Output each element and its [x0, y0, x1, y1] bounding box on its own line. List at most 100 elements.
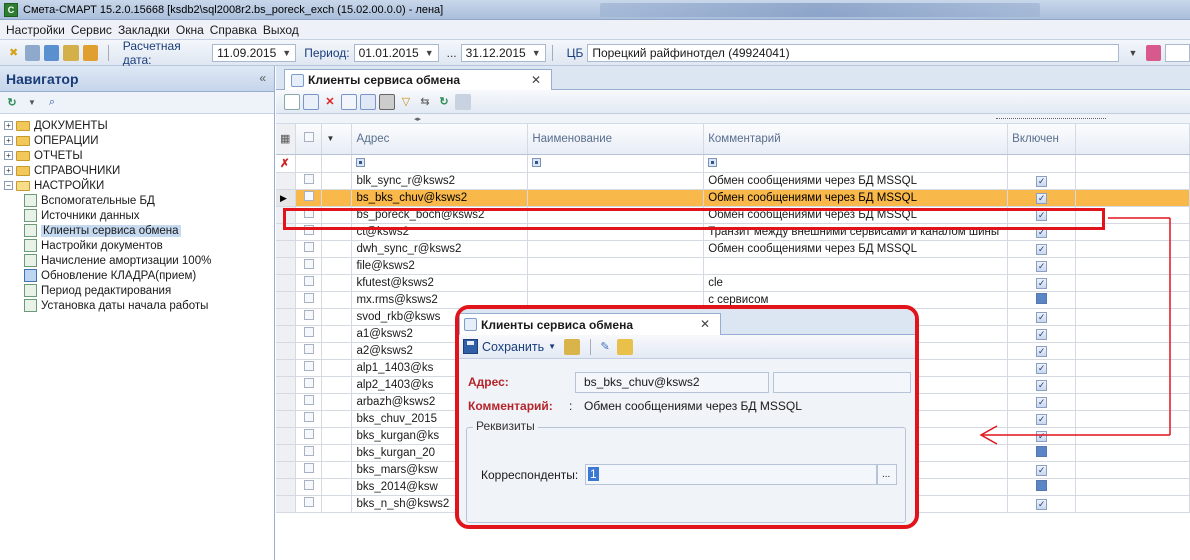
tree-folder-operations[interactable]: + ОПЕРАЦИИ [4, 133, 274, 148]
cell-enabled[interactable] [1007, 444, 1077, 462]
row-checkbox[interactable] [295, 478, 323, 496]
row-checkbox[interactable] [295, 206, 323, 224]
checkmark-icon[interactable]: ✓ [1036, 345, 1048, 357]
print-icon[interactable] [379, 93, 395, 110]
checkbox[interactable] [303, 242, 314, 252]
tree-item-data-sources[interactable]: Источники данных [4, 208, 274, 223]
tree-folder-reports[interactable]: + ОТЧЕТЫ [4, 148, 274, 163]
expand-icon[interactable]: + [4, 166, 13, 175]
row-checkbox[interactable] [295, 410, 323, 428]
checkbox[interactable] [303, 480, 314, 490]
checkmark-icon[interactable]: ✓ [1036, 413, 1048, 425]
edit-icon[interactable] [63, 44, 79, 61]
cell-enabled[interactable]: ✓ [1007, 427, 1077, 445]
checkmark-icon[interactable]: ✓ [1036, 260, 1048, 272]
checkbox[interactable] [303, 191, 314, 201]
close-icon[interactable]: ✕ [531, 73, 541, 87]
collapse-icon[interactable]: − [4, 181, 13, 190]
period-from-field[interactable]: 01.01.2015 ▼ [353, 43, 439, 62]
folder-icon[interactable] [564, 338, 581, 355]
cell-enabled[interactable]: ✓ [1007, 393, 1077, 411]
cell-enabled[interactable]: ✓ [1007, 376, 1077, 394]
row-checkbox[interactable] [295, 461, 323, 479]
checkmark-icon[interactable]: ✓ [1036, 175, 1048, 187]
column-header-comment[interactable]: Комментарий [703, 124, 1009, 155]
menu-settings[interactable]: Настройки [6, 23, 65, 37]
filter-enabled[interactable] [1007, 154, 1077, 173]
checkmark-icon[interactable]: ✓ [1036, 226, 1048, 238]
filter-icon[interactable]: ▽ [398, 94, 414, 110]
checkmark-icon[interactable]: ✓ [1036, 379, 1048, 391]
row-checkbox[interactable] [295, 274, 323, 292]
close-icon[interactable]: ✕ [700, 317, 710, 331]
dialog-tab[interactable]: Клиенты сервиса обмена ✕ [459, 313, 721, 335]
checkbox[interactable] [303, 208, 314, 218]
refresh-icon[interactable]: ↻ [4, 95, 20, 111]
organization-dropdown[interactable]: ▼ [1119, 44, 1142, 62]
tree-item-kladr-update[interactable]: Обновление КЛАДРА(прием) [4, 268, 274, 283]
menu-service[interactable]: Сервис [71, 23, 112, 37]
cell-enabled[interactable] [1007, 291, 1077, 309]
row-checkbox[interactable] [295, 240, 323, 258]
checkbox[interactable] [303, 378, 314, 388]
enabled-indicator-icon[interactable] [1036, 292, 1048, 304]
checkbox[interactable] [303, 327, 314, 337]
cell-enabled[interactable]: ✓ [1007, 308, 1077, 326]
checkmark-icon[interactable]: ✓ [1036, 209, 1048, 221]
table-row[interactable]: ▶ bs_bks_chuv@ksws2 Обмен сообщениями чере… [276, 189, 1190, 207]
checkbox[interactable] [303, 174, 314, 184]
expand-icon[interactable]: + [4, 151, 13, 160]
table-row[interactable]: blk_sync_r@ksws2 Обмен сообщениями через … [276, 172, 1190, 190]
row-checkbox[interactable] [295, 291, 323, 309]
checkbox[interactable] [303, 344, 314, 354]
checkmark-icon[interactable]: ✓ [1036, 243, 1048, 255]
filter-comment[interactable] [703, 154, 1009, 173]
column-header-address[interactable]: Адрес [351, 124, 529, 155]
refresh-icon[interactable]: ↻ [436, 94, 452, 110]
user-flag-icon[interactable] [1145, 44, 1161, 61]
binoculars-icon[interactable]: ⌕ [44, 95, 60, 111]
filter-name[interactable] [527, 154, 705, 173]
checkbox[interactable] [303, 446, 314, 456]
tree-folder-settings[interactable]: − НАСТРОЙКИ [4, 178, 274, 193]
row-checkbox[interactable] [295, 427, 323, 445]
grid-icon[interactable] [25, 44, 41, 61]
checkmark-icon[interactable]: ✓ [1036, 464, 1048, 476]
checkmark-icon[interactable]: ✓ [1036, 362, 1048, 374]
cell-enabled[interactable]: ✓ [1007, 240, 1077, 258]
tree-folder-documents[interactable]: + ДОКУМЕНТЫ [4, 118, 274, 133]
row-checkbox[interactable] [295, 359, 323, 377]
info-icon[interactable] [617, 338, 634, 355]
checkbox[interactable] [303, 497, 314, 507]
actions-dropdown-icon[interactable]: ⇆ [417, 94, 433, 110]
tree-item-aux-db[interactable]: Вспомогательные БД [4, 193, 274, 208]
cell-enabled[interactable]: ✓ [1007, 189, 1077, 207]
checkmark-icon[interactable]: ✓ [1036, 430, 1048, 442]
tree-item-edit-period[interactable]: Период редактирования [4, 283, 274, 298]
extra-field[interactable] [1164, 43, 1190, 62]
row-checkbox[interactable] [295, 189, 323, 207]
checkbox[interactable] [303, 310, 314, 320]
comment-field[interactable]: Обмен сообщениями через БД MSSQL [575, 396, 911, 417]
column-header-name[interactable]: Наименование [527, 124, 705, 155]
menu-exit[interactable]: Выход [263, 23, 299, 37]
cell-enabled[interactable]: ✓ [1007, 495, 1077, 513]
enabled-indicator-icon[interactable] [1036, 479, 1048, 491]
table-row[interactable]: ct@ksws2 Транзит между внешними сервисами… [276, 223, 1190, 241]
new-icon[interactable] [284, 93, 300, 110]
checkbox[interactable] [303, 276, 314, 286]
tab-exchange-clients[interactable]: Клиенты сервиса обмена ✕ [284, 69, 552, 90]
row-checkbox[interactable] [295, 342, 323, 360]
expand-icon[interactable]: + [4, 136, 13, 145]
collapse-panel-button[interactable]: « [259, 71, 266, 85]
filter-condition-icon[interactable] [532, 158, 542, 167]
table-row[interactable]: file@ksws2 ✓ [276, 257, 1190, 275]
save-button[interactable]: Сохранить ▼ [463, 339, 556, 354]
cell-enabled[interactable]: ✓ [1007, 325, 1077, 343]
row-checkbox[interactable] [295, 257, 323, 275]
users-icon[interactable] [82, 44, 98, 61]
checkbox[interactable] [303, 132, 314, 143]
correspondents-field[interactable]: 1 [585, 464, 877, 485]
table-row[interactable]: dwh_sync_r@ksws2 Обмен сообщениями через … [276, 240, 1190, 258]
checkbox[interactable] [303, 225, 314, 235]
